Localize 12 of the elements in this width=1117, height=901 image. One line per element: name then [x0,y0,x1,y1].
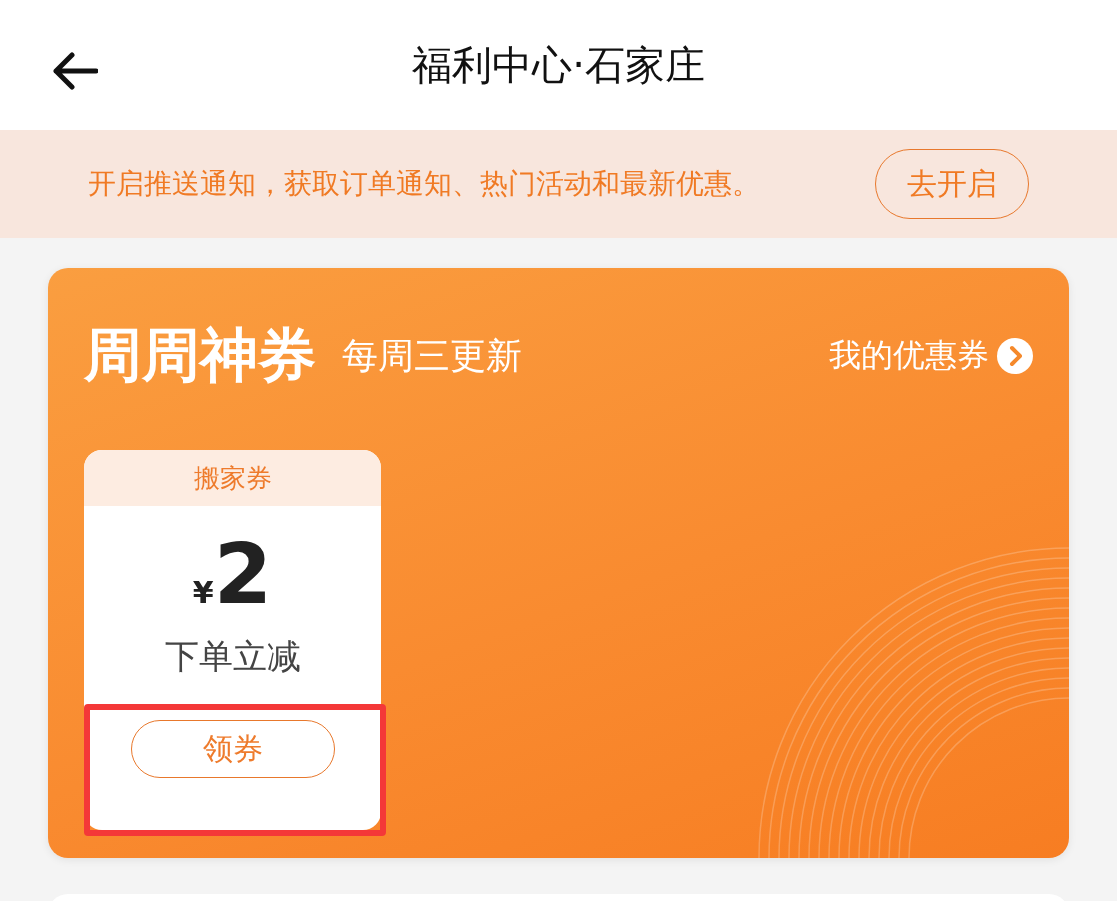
back-button[interactable] [52,52,98,90]
currency-sign: ¥ [192,575,214,610]
coupon-type: 搬家券 [84,450,381,506]
promo-subtitle: 每周三更新 [342,333,522,378]
notification-text: 开启推送通知，获取订单通知、热门活动和最新优惠。 [88,166,760,202]
chevron-right-icon [997,338,1033,374]
coupon-amount: 2 [213,526,273,622]
coupon-description: 下单立减 [164,635,301,678]
my-coupons-link[interactable]: 我的优惠券 [829,334,1033,378]
page-title: 福利中心·石家庄 [412,40,705,90]
promo-title: 周周神券 [84,320,316,391]
claim-button[interactable]: 领券 [130,720,335,778]
